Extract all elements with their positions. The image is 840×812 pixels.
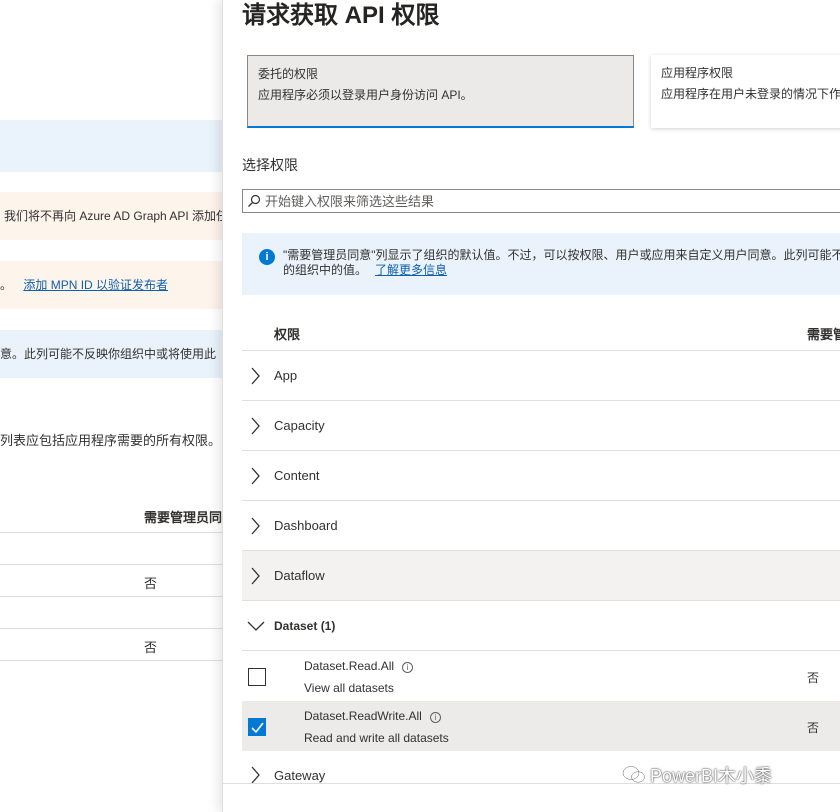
application-title: 应用程序权限 [661, 66, 734, 80]
chevron-right-icon [251, 567, 260, 585]
group-row-app[interactable]: App [242, 351, 840, 401]
permission-description: View all datasets [304, 681, 394, 695]
group-label: App [274, 368, 298, 383]
consent-banner: 意。此列可能不反映你组织中或将使用此 [0, 330, 222, 378]
publisher-banner: 。 添加 MPN ID 以验证发布者 [0, 261, 222, 309]
group-row-content[interactable]: Content [242, 451, 840, 501]
permission-description: Read and write all datasets [304, 731, 449, 745]
permission-search-input[interactable] [265, 193, 825, 209]
graph-deprecation-banner: 我们将不再向 Azure AD Graph API 添加任 [0, 192, 222, 240]
info-text: "需要管理员同意"列显示了组织的默认值。不过，可以按权限、用户或应用来自定义用户… [283, 248, 840, 278]
group-label: Content [274, 468, 320, 483]
permission-name: Dataset.Read.All i [304, 659, 414, 673]
search-icon [248, 194, 261, 207]
permissions-list-text: 列表应包括应用程序需要的所有权限。 [0, 433, 222, 448]
chevron-right-icon [251, 367, 260, 385]
admin-consent-info-banner: i "需要管理员同意"列显示了组织的默认值。不过，可以按权限、用户或应用来自定义… [242, 233, 840, 295]
divider [0, 628, 222, 629]
divider [0, 532, 222, 533]
delegated-description: 应用程序必须以登录用户身份访问 API。 [258, 88, 473, 102]
permission-name: Dataset.ReadWrite.All i [304, 709, 441, 723]
permission-name-text: Dataset.ReadWrite.All [304, 709, 422, 723]
permission-name-text: Dataset.Read.All [304, 659, 395, 673]
group-row-dataflow[interactable]: Dataflow [242, 551, 840, 601]
chevron-right-icon [251, 467, 260, 485]
chevron-right-icon [251, 517, 260, 535]
learn-more-link[interactable]: 了解更多信息 [375, 263, 447, 277]
checkmark-icon [251, 722, 264, 733]
permission-search-box[interactable] [242, 189, 840, 213]
info-icon[interactable]: i [402, 662, 414, 673]
panel-title: 请求获取 API 权限 [242, 2, 440, 29]
background-page: 我们将不再向 Azure AD Graph API 添加任 。 添加 MPN I… [0, 0, 222, 812]
divider [0, 660, 222, 661]
column-header-permission: 权限 [274, 327, 301, 342]
info-icon[interactable]: i [429, 712, 441, 723]
application-permissions-card[interactable]: 应用程序权限 应用程序在用户未登录的情况下作 [651, 55, 840, 128]
chevron-right-icon [251, 417, 260, 435]
group-label: Dataset (1) [274, 619, 336, 633]
admin-consent-value: 否 [144, 640, 158, 655]
chevron-down-icon [247, 621, 265, 631]
info-line-1: "需要管理员同意"列显示了组织的默认值。不过，可以按权限、用户或应用来自定义用户… [283, 248, 840, 262]
info-line-2: 的组织中的值。 [283, 263, 368, 277]
permissions-table-header: 权限 需要管 [242, 314, 840, 351]
wechat-icon [622, 765, 646, 784]
admin-consent-value: 否 [144, 576, 158, 591]
permission-checkbox[interactable] [248, 668, 266, 686]
column-header-admin-consent: 需要管 [807, 327, 840, 342]
info-banner [0, 120, 222, 172]
group-label: Capacity [274, 418, 325, 433]
chevron-right-icon [251, 766, 260, 784]
group-label: Gateway [274, 768, 326, 783]
group-label: Dashboard [274, 518, 338, 533]
select-permissions-label: 选择权限 [242, 157, 298, 173]
group-row-dataset[interactable]: Dataset (1) [242, 601, 840, 651]
info-icon: i [259, 249, 275, 265]
add-mpn-id-link[interactable]: 添加 MPN ID 以验证发布者 [23, 278, 168, 292]
request-api-permissions-panel: 请求获取 API 权限 委托的权限 应用程序必须以登录用户身份访问 API。 应… [222, 0, 840, 812]
consent-notice-text: 意。此列可能不反映你组织中或将使用此 [0, 347, 217, 361]
permission-row-dataset-readwrite-all: Dataset.ReadWrite.All i Read and write al… [242, 701, 840, 751]
group-label: Dataflow [274, 568, 325, 583]
graph-notice-text: 我们将不再向 Azure AD Graph API 添加任 [4, 209, 222, 223]
delegated-title: 委托的权限 [258, 67, 319, 81]
admin-consent-value: 否 [807, 671, 820, 685]
watermark: PowerBI木小黍 [622, 762, 772, 788]
group-row-dashboard[interactable]: Dashboard [242, 501, 840, 551]
publisher-notice-text: 。 [0, 278, 13, 292]
divider [0, 564, 222, 565]
application-description: 应用程序在用户未登录的情况下作 [661, 87, 840, 101]
watermark-text: PowerBI木小黍 [650, 766, 773, 786]
admin-consent-value: 否 [807, 721, 820, 735]
divider [0, 596, 222, 597]
permission-row-dataset-read-all: Dataset.Read.All i View all datasets 否 [242, 651, 840, 701]
delegated-permissions-card[interactable]: 委托的权限 应用程序必须以登录用户身份访问 API。 [247, 55, 634, 128]
group-row-capacity[interactable]: Capacity [242, 401, 840, 451]
admin-consent-column-header: 需要管理员同 [144, 510, 222, 525]
permission-checkbox[interactable] [248, 718, 266, 736]
